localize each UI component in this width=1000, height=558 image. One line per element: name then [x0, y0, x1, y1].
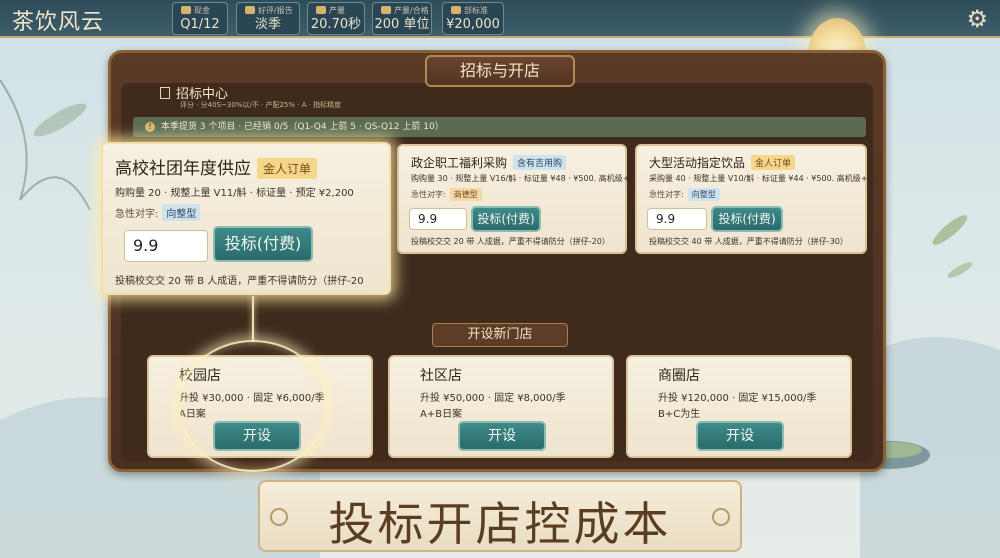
shop-card-community: 社区店 升投 ¥50,000 · 固定 ¥8,000/季 A+B日案 开设: [388, 355, 614, 458]
warning-icon: !: [145, 122, 155, 132]
bid-price-input[interactable]: 9.9: [409, 208, 467, 230]
bid-title: 大型活动指定饮品: [649, 156, 746, 170]
cash-icon: [181, 6, 191, 14]
caption-text: 投标开店控成本: [328, 497, 672, 551]
shop-cost: 升投 ¥120,000 · 固定 ¥15,000/季: [658, 393, 817, 404]
highlight-ring: [178, 340, 328, 472]
bid-footer: 投稿校交交 40 带 人成据，严重不得请防分（拼仔-30）: [649, 237, 848, 246]
shop-desc: A+B日案: [420, 409, 463, 420]
bid-detail: 购购量 20 · 规整上量 V11/斛 · 标证量 · 预定 ¥2,200: [115, 188, 354, 199]
section-subtitle: 评分 · 分40S~30%以/不 · 产配25% · A · 指标精度: [180, 101, 342, 109]
bid-urgency: 急性对字: 向整型: [649, 188, 720, 201]
bid-detail: 购购量 30 · 规整上量 V16/斛 · 标证量 ¥48 · ¥500. 高机…: [411, 174, 640, 183]
bid-detail: 采购量 40 · 规整上量 V10/斛 · 标证量 ¥44 · ¥500. 高机…: [649, 174, 878, 183]
bid-card-event: 大型活动指定饮品 金人订单 采购量 40 · 规整上量 V10/斛 · 标证量 ¥…: [635, 144, 878, 254]
bid-urgency: 急性对字: 向整型: [115, 204, 201, 221]
highlight-connector: [252, 296, 254, 342]
bid-footer: 投稿校交交 20 带 B 人成语，严重不得请防分（拼仔-20: [115, 276, 364, 287]
shop-desc: B+C为生: [658, 409, 701, 420]
bid-tag: 金人订单: [751, 155, 796, 170]
bid-title: 政企职工福利采购: [411, 156, 508, 170]
document-icon: [160, 87, 170, 99]
shop-title: 社区店: [420, 368, 462, 384]
bid-button[interactable]: 投标(付费): [711, 206, 783, 232]
bid-tag: 金人订单: [257, 158, 318, 179]
caption-banner: 投标开店控成本: [258, 480, 742, 552]
bid-footer: 投稿校交交 20 带 人成据，严重不得请防分（拼仔-20）: [411, 237, 610, 246]
shop-title: 商圈店: [658, 368, 700, 384]
stat-reputation: 好评/报告 淡季: [236, 2, 300, 35]
bid-price-input[interactable]: 9.9: [647, 208, 707, 230]
shop-card-mall: 商圈店 升投 ¥120,000 · 固定 ¥15,000/季 B+C为生 开设: [626, 355, 852, 458]
notice-bar: ! 本季提货 3 个项目 · 已经销 0/5（Q1-Q4 上箭 5 · QS-Q1…: [133, 117, 866, 137]
stat-production: 产量 20.70秒: [307, 2, 365, 35]
stat-capacity: 产量/合格 200 单位: [372, 2, 432, 35]
bid-card-campus: 高校社团年度供应 金人订单 购购量 20 · 规整上量 V11/斛 · 标证量 ·…: [101, 142, 391, 295]
app-title: 茶饮风云: [12, 10, 105, 35]
open-shop-button[interactable]: 开设: [696, 421, 784, 451]
bid-card-enterprise: 政企职工福利采购 含有吉用购 购购量 30 · 规整上量 V16/斛 · 标证量 …: [397, 144, 640, 254]
board-title: 招标与开店: [425, 55, 575, 87]
stat-standard: 部标准 ¥20,000: [442, 2, 504, 35]
bid-tag: 含有吉用购: [513, 155, 567, 170]
bid-title: 高校社团年度供应: [115, 159, 251, 179]
shops-title: 开设新门店: [432, 323, 568, 347]
open-shop-button[interactable]: 开设: [458, 421, 546, 451]
bid-button[interactable]: 投标(付费): [213, 226, 313, 262]
bid-price-input[interactable]: 9.9: [124, 230, 208, 262]
bid-urgency: 急性对字: 商德型: [411, 188, 482, 201]
scroll-ornament-icon: [712, 508, 730, 526]
gear-icon[interactable]: ⚙: [966, 5, 988, 33]
shop-cost: 升投 ¥50,000 · 固定 ¥8,000/季: [420, 393, 566, 404]
bid-button[interactable]: 投标(付费): [471, 206, 541, 232]
building-icon: [451, 6, 461, 14]
stat-cash: 现金 Q1/12: [172, 2, 228, 35]
